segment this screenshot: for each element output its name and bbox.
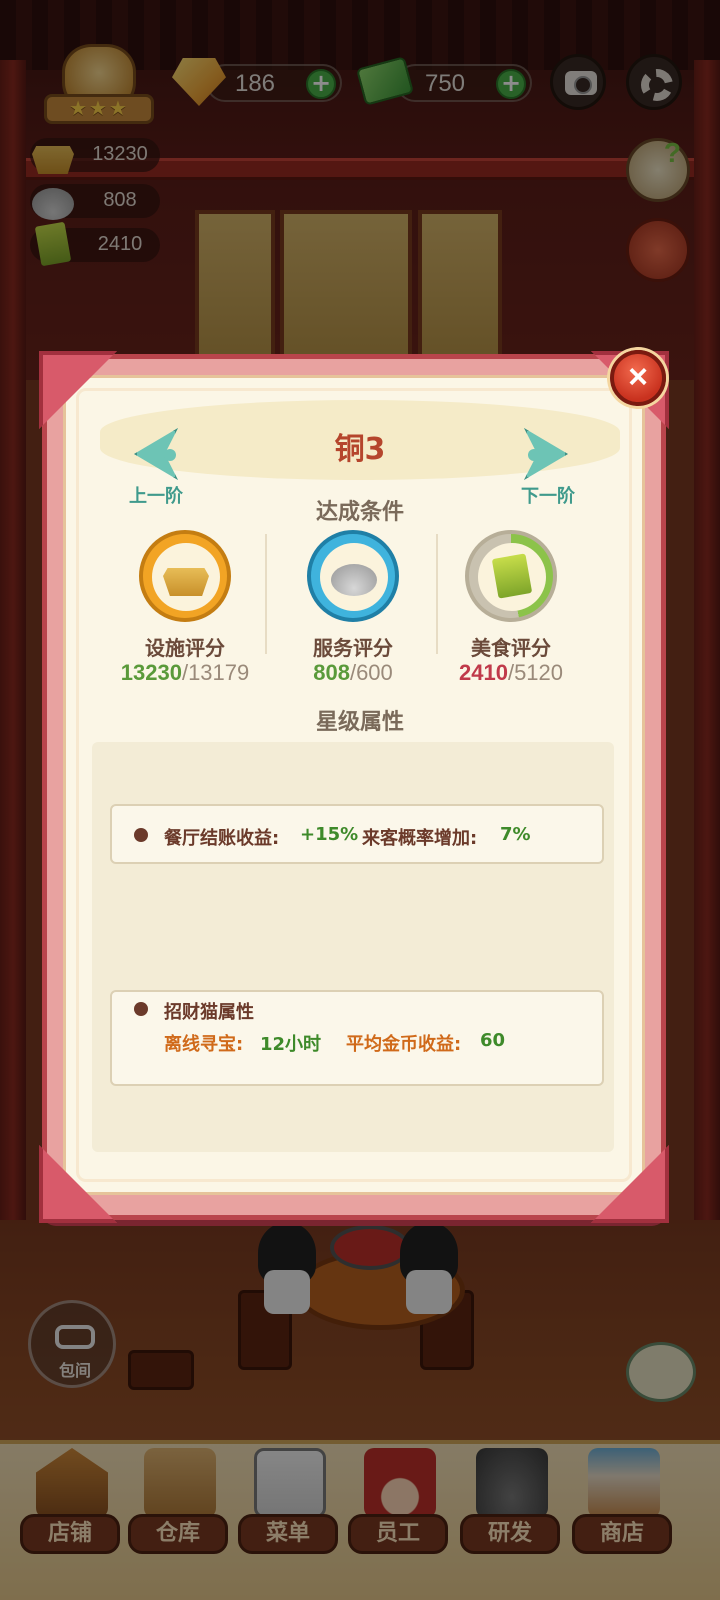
current-value: 808 <box>313 660 350 685</box>
condition-facility: 设施评分 13230/13179 <box>100 530 270 690</box>
current-value: 13230 <box>120 660 182 685</box>
required-value: 13179 <box>188 660 250 685</box>
offline-treasure-label: 离线寻宝: <box>164 1034 244 1055</box>
bullet-icon <box>134 1002 148 1016</box>
divider <box>265 534 267 654</box>
condition-food: 美食评分 2410/5120 <box>426 530 596 690</box>
facility-progress-ring <box>139 530 231 622</box>
previous-tier-button[interactable]: 上一阶 <box>106 482 206 508</box>
condition-value: 13230/13179 <box>100 660 270 686</box>
lucky-cat-title: 招财猫属性 <box>164 1002 254 1023</box>
offline-treasure-value: 12小时 <box>260 1034 322 1055</box>
required-value: 600 <box>356 660 393 685</box>
conditions-title: 达成条件 <box>315 500 404 525</box>
close-icon: × <box>628 358 648 396</box>
checkout-income-value: +15% <box>300 824 359 845</box>
condition-service: 服务评分 808/600 <box>268 530 438 690</box>
guest-rate-value: 7% <box>500 824 531 845</box>
required-value: 5120 <box>514 660 564 685</box>
condition-name: 服务评分 <box>313 636 393 660</box>
condition-name: 设施评分 <box>145 636 225 660</box>
service-progress-ring <box>307 530 399 622</box>
guest-rate-label: 来客概率增加: <box>362 828 478 849</box>
bullet-icon <box>134 828 148 842</box>
condition-value: 808/600 <box>268 660 438 686</box>
lucky-cat-attributes-box: 招财猫属性 离线寻宝: 12小时 平均金币收益: 60 <box>110 990 604 1086</box>
avg-coin-income-label: 平均金币收益: <box>346 1034 462 1055</box>
condition-name: 美食评分 <box>471 636 551 660</box>
condition-value: 2410/5120 <box>426 660 596 686</box>
checkout-income-label: 餐厅结账收益: <box>164 828 280 849</box>
food-progress-ring <box>465 530 557 622</box>
restaurant-attributes-box: 餐厅结账收益: +15% 来客概率增加: 7% <box>110 804 604 864</box>
avg-coin-income-value: 60 <box>480 1030 506 1051</box>
rank-title: 铜3 <box>334 432 386 467</box>
close-button[interactable]: × <box>610 350 666 406</box>
star-attributes-title: 星级属性 <box>315 710 404 735</box>
current-value: 2410 <box>458 660 508 685</box>
recipe-book-icon <box>491 553 533 599</box>
arrow-dot <box>164 449 176 461</box>
arrow-dot <box>528 449 540 461</box>
next-tier-button[interactable]: 下一阶 <box>498 482 598 508</box>
